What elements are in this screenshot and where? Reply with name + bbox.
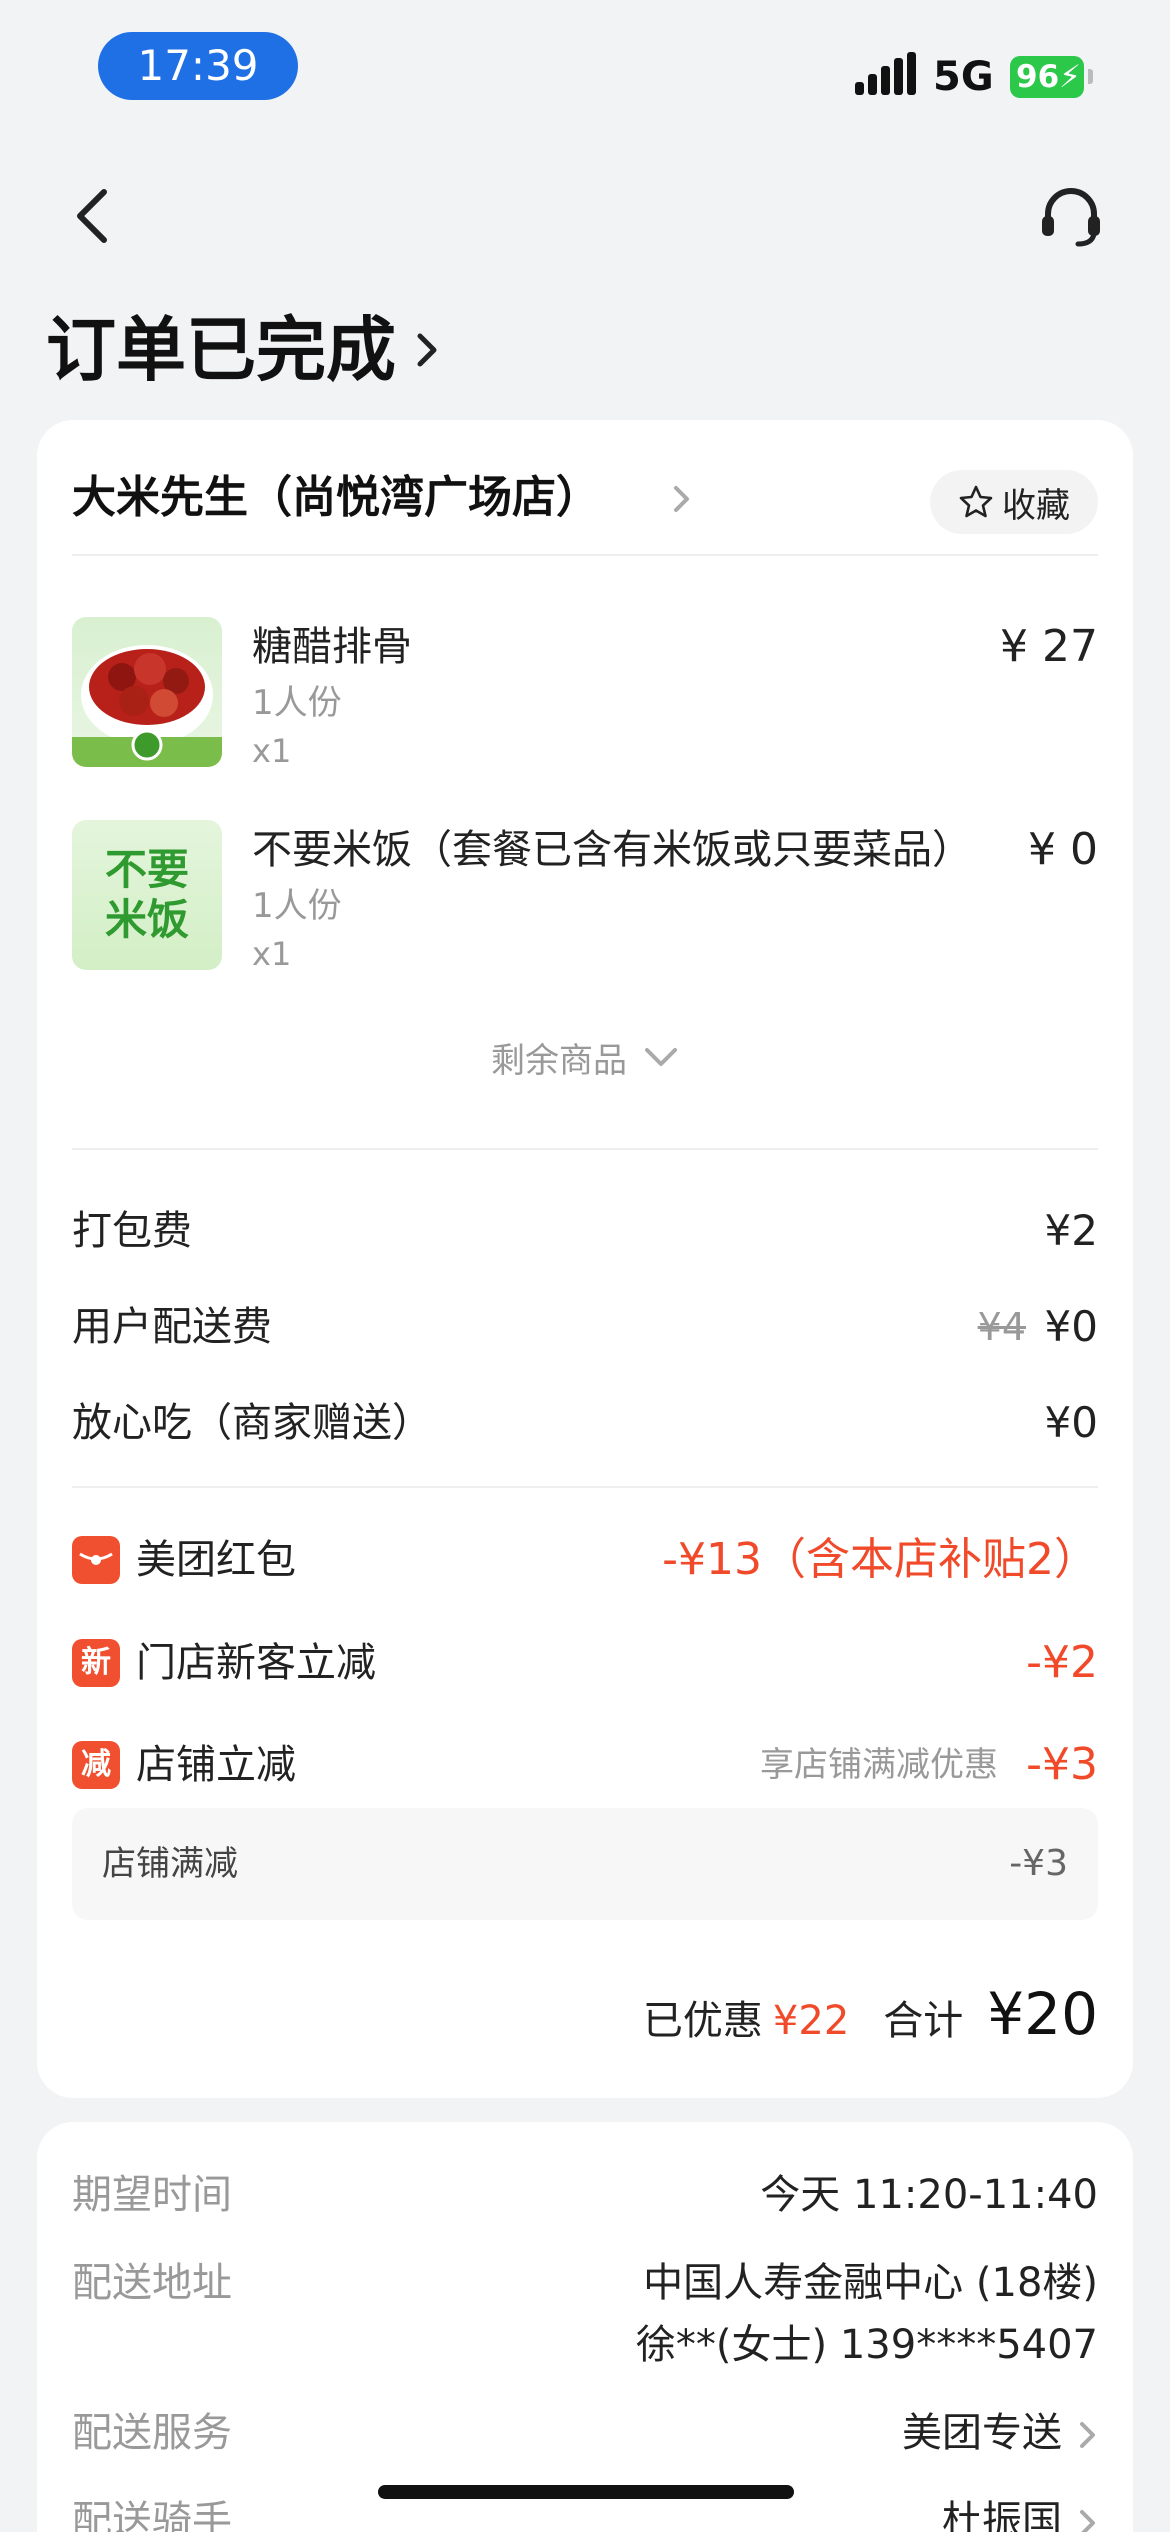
back-icon[interactable] (60, 180, 120, 250)
info-value: 美团专送 (902, 2410, 1062, 2456)
info-label: 期望时间 (72, 2172, 232, 2218)
contact-line: 徐**(女士) 139****5407 (635, 2322, 1098, 2368)
customer-service-icon[interactable] (1036, 180, 1106, 250)
chevron-down-icon (645, 1048, 677, 1066)
store-header: 大米先生（尚悦湾广场店） 收藏 (72, 454, 1098, 544)
fee-value: ¥0 (1044, 1302, 1098, 1351)
discount-value: -¥2 (1026, 1637, 1098, 1688)
red-packet-row: 美团红包 -¥13（含本店补贴2） (72, 1520, 1098, 1600)
store-discount-row: 减 店铺立减 享店铺满减优惠 -¥3 (72, 1725, 1098, 1805)
saved-value: ¥22 (772, 1998, 850, 2044)
order-card: 大米先生（尚悦湾广场店） 收藏 糖醋排骨 1人份 x1 ¥ 27 不要 米饭 不… (37, 420, 1133, 2098)
divider (72, 1148, 1098, 1150)
chevron-right-icon (417, 333, 437, 367)
discount-label: 门店新客立减 (136, 1640, 376, 1686)
item-name: 糖醋排骨 (252, 624, 412, 670)
info-value: 今天 11:20-11:40 (760, 2172, 1098, 2218)
item-quantity: x1 (252, 935, 292, 973)
info-value: 杜振国 (942, 2498, 1062, 2532)
divider (72, 1486, 1098, 1488)
discount-label: 店铺立减 (136, 1742, 296, 1788)
delivery-fee-row: 用户配送费 ¥4 ¥0 (72, 1292, 1098, 1362)
favorite-button[interactable]: 收藏 (930, 470, 1098, 534)
new-customer-row: 新 门店新客立减 -¥2 (72, 1623, 1098, 1703)
more-items-label: 剩余商品 (491, 1040, 627, 1081)
charging-icon: ⚡ (1059, 59, 1081, 95)
info-label: 配送地址 (72, 2260, 232, 2306)
sweet-sour-ribs-image (72, 645, 222, 767)
fee-label: 用户配送费 (72, 1304, 272, 1350)
discount-note: 享店铺满减优惠 (760, 1745, 998, 1785)
battery-level: 96 (1016, 59, 1060, 95)
new-customer-icon: 新 (72, 1639, 120, 1687)
info-label: 配送服务 (72, 2410, 232, 2456)
chevron-right-icon[interactable] (672, 484, 692, 514)
fee-label: 打包费 (72, 1208, 192, 1254)
signal-icon (855, 52, 916, 95)
status-bar: 17:39 5G 96⚡ (0, 0, 1170, 140)
discount-detail-value: -¥3 (1009, 1843, 1068, 1884)
address-row: 配送地址 中国人寿金融中心 (18楼) 徐**(女士) 139****5407 (72, 2250, 1098, 2380)
fee-value: ¥2 (1044, 1206, 1098, 1255)
item-name: 不要米饭（套餐已含有米饭或只要菜品） (252, 827, 972, 873)
order-detail-screen: 17:39 5G 96⚡ 订单已完成 大米先生（尚悦湾广场店） 收藏 糖醋排骨 … (0, 0, 1170, 2532)
expected-time-row: 期望时间 今天 11:20-11:40 (72, 2162, 1098, 2228)
discount-detail-box: 店铺满减 -¥3 (72, 1808, 1098, 1920)
info-label: 配送骑手 (72, 2498, 232, 2532)
discount-label: 美团红包 (136, 1537, 296, 1583)
discount-icon: 减 (72, 1741, 120, 1789)
discount-value: -¥13（含本店补贴2） (662, 1534, 1098, 1585)
item-price: ¥ 27 (1000, 621, 1098, 672)
battery-tip (1088, 69, 1093, 84)
total-value: ¥20 (987, 1980, 1098, 2048)
status-time: 17:39 (98, 32, 298, 100)
item-portion: 1人份 (252, 886, 342, 926)
fee-value: ¥0 (1044, 1398, 1098, 1447)
chevron-right-icon (1080, 2422, 1095, 2448)
store-name[interactable]: 大米先生（尚悦湾广场店） (72, 470, 600, 526)
item-price: ¥ 0 (1028, 824, 1098, 875)
network-type: 5G (933, 54, 994, 100)
order-total: 已优惠 ¥22 合计 ¥20 (643, 1980, 1098, 2060)
order-status-title[interactable]: 订单已完成 (46, 300, 440, 400)
item-quantity: x1 (252, 732, 292, 770)
item-image (72, 617, 222, 767)
packing-fee-row: 打包费 ¥2 (72, 1196, 1098, 1266)
saved-label: 已优惠 (642, 1998, 763, 2044)
red-packet-glyph (79, 1552, 113, 1565)
delivery-service-row[interactable]: 配送服务 美团专送 (72, 2400, 1098, 2466)
divider (72, 554, 1098, 556)
battery-icon: 96⚡ (1010, 56, 1084, 98)
item-image-text: 米饭 (104, 895, 189, 944)
fee-label: 放心吃（商家赠送） (72, 1400, 432, 1446)
delivery-info-card: 期望时间 今天 11:20-11:40 配送地址 中国人寿金融中心 (18楼) … (37, 2122, 1133, 2532)
list-item[interactable]: 糖醋排骨 1人份 x1 ¥ 27 (72, 617, 1098, 777)
insurance-row: 放心吃（商家赠送） ¥0 (72, 1388, 1098, 1458)
discount-detail-label: 店铺满减 (102, 1844, 238, 1884)
item-image: 不要 米饭 (72, 820, 222, 970)
favorite-label: 收藏 (1002, 485, 1070, 526)
discount-value: -¥3 (1026, 1739, 1098, 1790)
page-title: 订单已完成 (46, 309, 396, 391)
item-image-text: 不要 (104, 845, 189, 894)
total-label: 合计 (883, 1998, 964, 2044)
original-fee: ¥4 (977, 1305, 1026, 1349)
item-portion: 1人份 (252, 683, 342, 723)
home-indicator[interactable] (378, 2485, 794, 2499)
red-packet-icon (72, 1536, 120, 1584)
address-line: 中国人寿金融中心 (18楼) (643, 2260, 1098, 2306)
chevron-right-icon (1080, 2510, 1095, 2532)
list-item[interactable]: 不要 米饭 不要米饭（套餐已含有米饭或只要菜品） 1人份 x1 ¥ 0 (72, 820, 1098, 980)
more-items-toggle[interactable]: 剩余商品 (37, 1022, 1133, 1092)
star-icon (959, 485, 993, 518)
